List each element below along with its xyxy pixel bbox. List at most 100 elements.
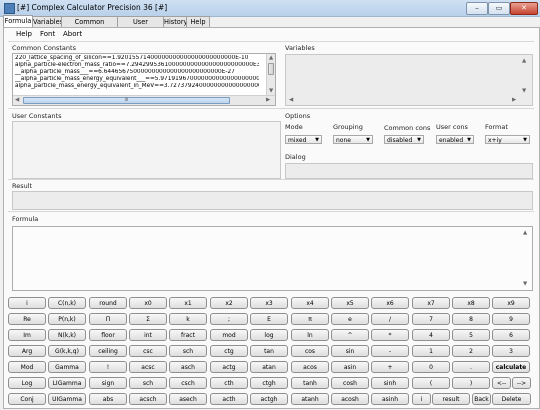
grouping-select[interactable]: none ▼ — [333, 135, 373, 144]
scroll-down-icon[interactable]: ▼ — [522, 88, 526, 94]
key-sign[interactable]: sign — [89, 377, 127, 389]
key-actg[interactable]: actg — [210, 361, 248, 373]
key-sinh[interactable]: sinh — [371, 377, 409, 389]
key-sin[interactable]: sin — [331, 345, 369, 357]
key-open-paren[interactable]: ( — [412, 377, 450, 389]
key-atanh[interactable]: atanh — [291, 393, 329, 405]
key-abs[interactable]: abs — [89, 393, 127, 405]
key-decimal[interactable]: . — [452, 361, 490, 373]
key-sch[interactable]: sch — [169, 345, 207, 357]
key-plus[interactable]: + — [371, 361, 409, 373]
tab-variables[interactable]: Variables — [32, 16, 63, 27]
format-select[interactable]: x+iy ▼ — [485, 135, 530, 144]
key-int[interactable]: int — [129, 329, 167, 341]
key-8[interactable]: 8 — [452, 313, 490, 325]
common-cons-select[interactable]: disabled ▼ — [384, 135, 424, 144]
scroll-right-icon[interactable]: ▶ — [266, 97, 270, 103]
tab-history[interactable]: History — [163, 16, 187, 27]
key-combination[interactable]: C(n,k) — [48, 297, 86, 309]
key-asin[interactable]: asin — [331, 361, 369, 373]
vertical-scrollbar[interactable]: ▲ ▼ — [266, 54, 275, 95]
common-constants-list[interactable]: 220_lattice_spacing_of_silicon==1.920155… — [12, 53, 276, 106]
key-close-paren[interactable]: ) — [452, 377, 490, 389]
scroll-down-icon[interactable]: ▼ — [269, 88, 273, 94]
key-g[interactable]: G(k,k,q) — [48, 345, 86, 357]
key-csch[interactable]: csch — [169, 377, 207, 389]
key-x0[interactable]: x0 — [129, 297, 167, 309]
scroll-left-icon[interactable]: ◀ — [289, 97, 293, 103]
key-im[interactable]: Im — [8, 329, 46, 341]
key-pi[interactable]: π — [291, 313, 329, 325]
key-ctg[interactable]: ctg — [210, 345, 248, 357]
constant-line[interactable]: alpha_particle-electron_mass_ratio==7.29… — [15, 62, 259, 69]
key-i[interactable]: i — [8, 297, 46, 309]
constant-line[interactable]: 220_lattice_spacing_of_silicon==1.920155… — [15, 55, 259, 62]
key-atan[interactable]: atan — [250, 361, 288, 373]
horizontal-scroll-thumb[interactable]: III — [23, 97, 230, 104]
key-gamma[interactable]: Gamma — [48, 361, 86, 373]
scroll-right-icon[interactable]: ▶ — [512, 97, 516, 103]
tab-formula[interactable]: Formula — [3, 15, 33, 27]
delete-button[interactable]: Delete — [492, 393, 531, 405]
constant-line[interactable]: alpha_particle_mass_energy_equivalent_in… — [15, 83, 259, 90]
key-cosh[interactable]: cosh — [331, 377, 369, 389]
cursor-right-button[interactable]: --> — [512, 377, 531, 389]
key-csc[interactable]: csc — [129, 345, 167, 357]
key-acsc[interactable]: acsc — [129, 361, 167, 373]
key-asech[interactable]: asech — [169, 393, 207, 405]
key-acth[interactable]: acth — [210, 393, 248, 405]
key-mod[interactable]: mod — [210, 329, 248, 341]
key-asinh[interactable]: asinh — [371, 393, 409, 405]
key-sum[interactable]: Σ — [129, 313, 167, 325]
key-x7[interactable]: x7 — [412, 297, 450, 309]
key-mod-abs[interactable]: Mod — [8, 361, 46, 373]
key-cth[interactable]: cth — [210, 377, 248, 389]
scroll-up-icon[interactable]: ▲ — [269, 55, 273, 61]
key-4[interactable]: 4 — [412, 329, 450, 341]
variables-list[interactable]: ▲ ▼ ◀ ▶ — [285, 54, 533, 106]
cursor-left-button[interactable]: <-- — [492, 377, 511, 389]
key-tanh[interactable]: tanh — [291, 377, 329, 389]
key-0[interactable]: 0 — [412, 361, 450, 373]
key-acos[interactable]: acos — [291, 361, 329, 373]
tab-user-constants[interactable]: User Constants — [117, 16, 164, 36]
key-5[interactable]: 5 — [452, 329, 490, 341]
key-fract[interactable]: fract — [169, 329, 207, 341]
key-round[interactable]: round — [89, 297, 127, 309]
key-3[interactable]: 3 — [492, 345, 530, 357]
key-9[interactable]: 9 — [492, 313, 530, 325]
key-ctgh[interactable]: ctgh — [250, 377, 288, 389]
scroll-left-icon[interactable]: ◀ — [15, 97, 19, 103]
formula-input[interactable]: ▲ ▼ — [12, 226, 533, 291]
key-exponent[interactable]: E — [250, 313, 288, 325]
key-multiply[interactable]: * — [371, 329, 409, 341]
key-semicolon[interactable]: ; — [210, 313, 248, 325]
key-actgh[interactable]: actgh — [250, 393, 288, 405]
key-cos[interactable]: cos — [291, 345, 329, 357]
key-x6[interactable]: x6 — [371, 297, 409, 309]
key-floor[interactable]: floor — [89, 329, 127, 341]
key-log[interactable]: log — [250, 329, 288, 341]
key-x3[interactable]: x3 — [250, 297, 288, 309]
user-cons-select[interactable]: enabled ▼ — [436, 135, 474, 144]
scroll-up-icon[interactable]: ▲ — [522, 58, 526, 64]
menu-help[interactable]: Help — [16, 29, 32, 40]
key-imaginary-unit[interactable]: i — [412, 393, 431, 405]
key-k[interactable]: k — [169, 313, 207, 325]
scroll-up-icon[interactable]: ▲ — [523, 230, 527, 236]
maximize-button[interactable]: ▭ — [488, 2, 510, 15]
key-divide[interactable]: / — [371, 313, 409, 325]
key-sch2[interactable]: sch — [129, 377, 167, 389]
key-acsch[interactable]: acsch — [129, 393, 167, 405]
key-conj[interactable]: Conj — [8, 393, 46, 405]
key-7[interactable]: 7 — [412, 313, 450, 325]
key-x1[interactable]: x1 — [169, 297, 207, 309]
key-ln[interactable]: ln — [291, 329, 329, 341]
key-arg[interactable]: Arg — [8, 345, 46, 357]
key-tan[interactable]: tan — [250, 345, 288, 357]
minimize-button[interactable]: – — [466, 2, 488, 15]
constant-line[interactable]: __alpha_particle_mass___==6.644656750000… — [15, 69, 259, 76]
user-constants-list[interactable] — [12, 121, 281, 179]
key-asch[interactable]: asch — [169, 361, 207, 373]
calculate-button[interactable]: calculate — [492, 361, 530, 373]
